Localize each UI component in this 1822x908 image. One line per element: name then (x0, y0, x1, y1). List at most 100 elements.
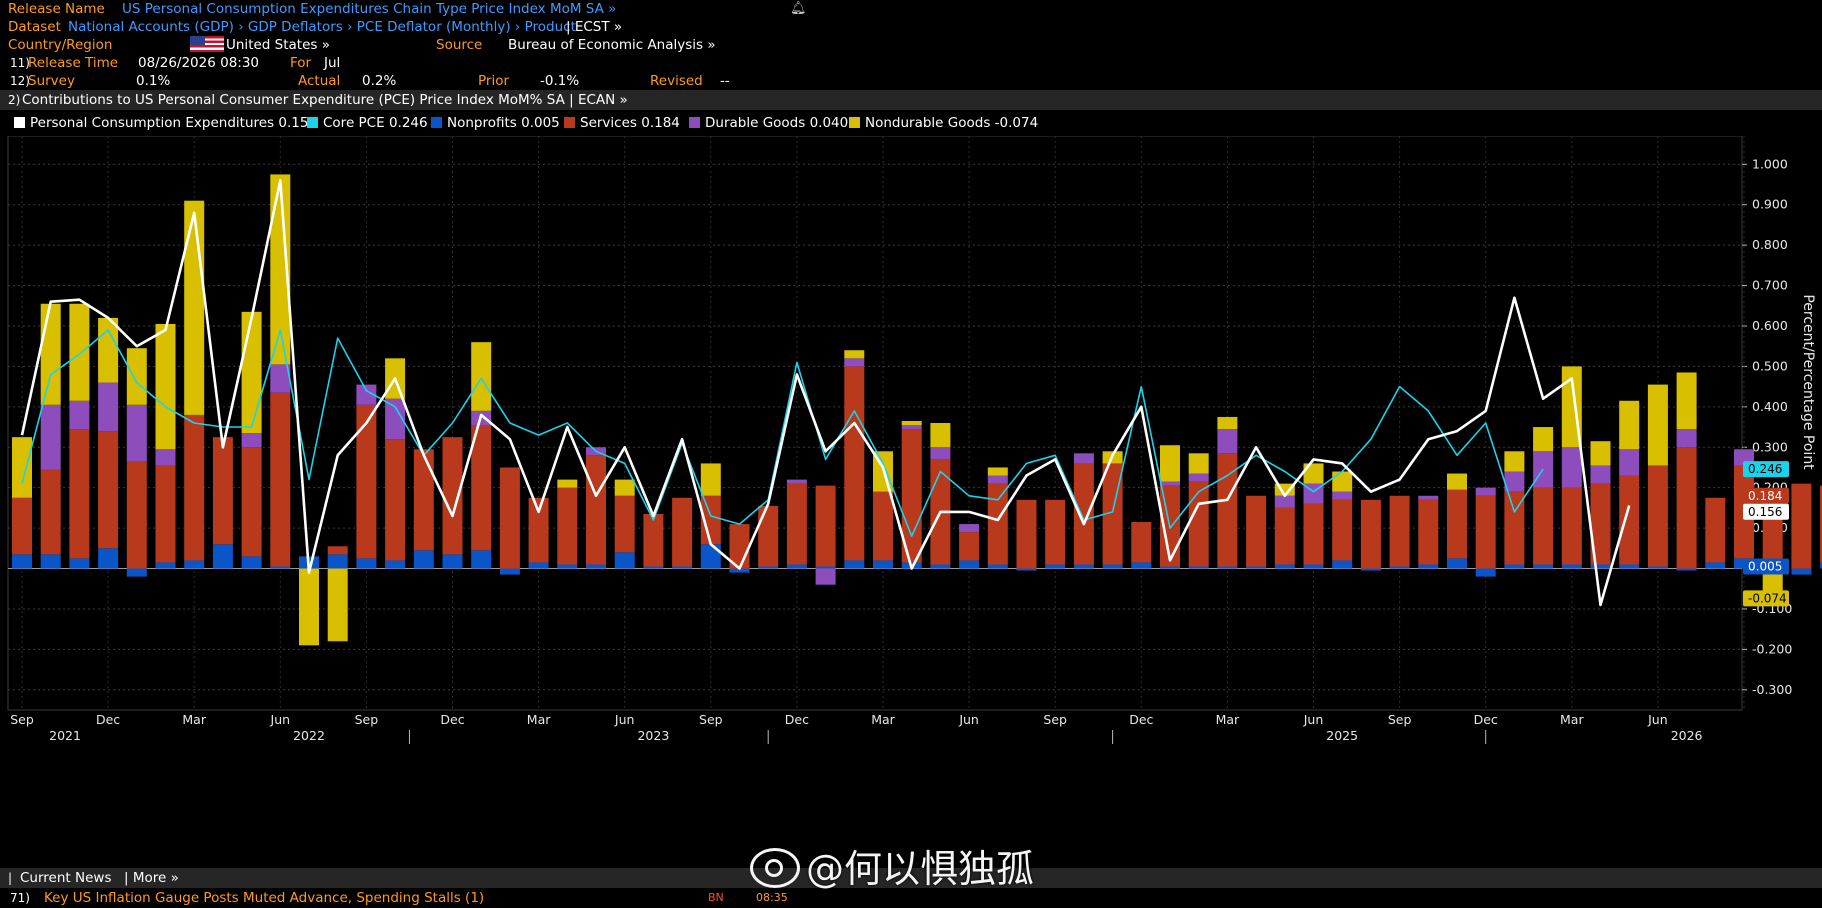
legend-swatch (564, 117, 575, 128)
bar-services (1246, 495, 1267, 567)
bar-nonprofits (98, 548, 119, 569)
legend-value: 0.184 (641, 115, 680, 131)
bar-services (959, 532, 980, 561)
us-flag-icon (190, 36, 224, 52)
bar-durable-goods (1676, 429, 1697, 448)
last-value-label: -0.074 (1748, 591, 1787, 605)
y-tick-label: -0.200 (1752, 641, 1792, 656)
bar-nonprofits (212, 544, 233, 569)
legend-swatch (14, 117, 25, 128)
x-tick-label: Dec (440, 712, 464, 727)
legend-label: Core PCE (323, 115, 385, 131)
bar-durable-goods (1561, 447, 1582, 488)
source-link[interactable]: Bureau of Economic Analysis » (508, 36, 716, 54)
bar-nonprofits (959, 560, 980, 569)
x-year-label: 2022 (293, 728, 325, 743)
legend-item-durable-goods[interactable]: Durable Goods 0.040 (689, 112, 848, 134)
current-news-tab[interactable]: Current News (20, 868, 111, 888)
bar-nonprofits (1131, 562, 1152, 569)
chart-svg[interactable]: -0.300-0.200-0.1000.1000.2000.3000.4000.… (0, 135, 1822, 866)
bar-nonprofits (356, 558, 377, 569)
x-tick-label: Dec (1474, 712, 1498, 727)
for-label: For (290, 55, 312, 71)
bar-services (987, 483, 1008, 565)
legend-item-core-pce[interactable]: Core PCE 0.246 (307, 112, 428, 134)
release-name-label: Release Name (8, 1, 105, 17)
bar-durable-goods (901, 425, 922, 430)
source-label: Source (436, 37, 483, 53)
bar-durable-goods (1217, 429, 1238, 454)
plot-area (7, 135, 1743, 711)
bar-durable-goods (69, 400, 90, 430)
watermark-text: @何以惧独孤 (806, 847, 1035, 891)
bar-services (844, 366, 865, 561)
bar-nondurable-goods (1217, 416, 1238, 430)
y-tick-label: 0.300 (1752, 439, 1788, 454)
y-tick-label: 0.800 (1752, 237, 1788, 252)
legend-item-nonprofits[interactable]: Nonprofits 0.005 (431, 112, 560, 134)
x-year-label: 2023 (637, 728, 669, 743)
bar-nonprofits (1418, 564, 1439, 569)
chart-area[interactable]: -0.300-0.200-0.1000.1000.2000.3000.4000.… (0, 135, 1822, 866)
row-11-number: 11) (10, 56, 30, 70)
bar-nondurable-goods (1447, 473, 1467, 490)
bar-nonprofits (528, 562, 549, 569)
bell-icon[interactable]: 🔔︎ (790, 0, 807, 18)
chart-title-bar[interactable]: 2) Contributions to US Personal Consumer… (0, 90, 1822, 110)
release-time-label: Release Time (28, 55, 119, 71)
bar-nonprofits (1016, 568, 1037, 571)
bar-services (40, 469, 61, 555)
more-news-link[interactable]: | More » (124, 868, 179, 888)
bar-nonprofits (844, 560, 865, 569)
survey-value: 0.1% (136, 73, 171, 89)
release-name-row: Release Name US Personal Consumption Exp… (0, 0, 1822, 18)
bar-nonprofits (1791, 568, 1812, 575)
x-tick-label: Mar (1560, 712, 1584, 727)
y-tick-label: 0.700 (1752, 278, 1788, 293)
bar-durable-goods (1590, 465, 1611, 484)
legend-value: -0.074 (994, 115, 1039, 131)
bar-nonprofits (1073, 564, 1094, 569)
bar-services (786, 483, 807, 565)
dataset-ticker-link[interactable]: | ECST » (566, 18, 622, 36)
bar-nonprofits (1475, 568, 1496, 577)
legend-item-nondurable-goods[interactable]: Nondurable Goods -0.074 (849, 112, 1038, 134)
bar-services (69, 429, 90, 559)
bar-durable-goods (930, 447, 951, 460)
bar-nonprofits (586, 564, 606, 569)
bar-nondurable-goods (901, 420, 922, 426)
bar-nondurable-goods (1533, 427, 1554, 452)
x-tick-label: Mar (182, 712, 206, 727)
bar-services (1647, 465, 1668, 567)
bar-durable-goods (786, 479, 807, 484)
bar-nonprofits (442, 554, 463, 569)
bar-nonprofits (241, 556, 262, 569)
last-value-label: 0.246 (1748, 462, 1782, 476)
bar-durable-goods (126, 404, 147, 462)
legend-item-services[interactable]: Services 0.184 (564, 112, 680, 134)
legend-value: 0.246 (388, 115, 428, 131)
release-time-value: 08/26/2026 08:30 (138, 55, 260, 71)
bar-nondurable-goods (614, 479, 635, 496)
bar-services (643, 513, 664, 567)
x-year-label: 2025 (1326, 728, 1358, 743)
bar-nonprofits (1102, 564, 1123, 569)
bar-services (1045, 499, 1066, 565)
y-tick-label: 0.500 (1752, 358, 1788, 373)
country-link[interactable]: United States » (226, 37, 330, 53)
release-name-link[interactable]: US Personal Consumption Expenditures Cha… (122, 0, 616, 18)
legend-label: Personal Consumption Expenditures (30, 115, 275, 131)
bar-nonprofits (155, 562, 176, 569)
news-headline[interactable]: Key US Inflation Gauge Posts Muted Advan… (44, 888, 484, 908)
y-tick-label: 0.900 (1752, 197, 1788, 212)
chart-title[interactable]: Contributions to US Personal Consumer Ex… (22, 90, 628, 110)
dataset-path-link[interactable]: National Accounts (GDP) › GDP Deflators … (68, 18, 576, 36)
bar-durable-goods (155, 449, 176, 466)
bar-services (1619, 475, 1640, 565)
bar-services (385, 439, 406, 561)
country-value[interactable]: United States » (190, 36, 330, 54)
bar-nonprofits (1647, 566, 1668, 569)
bar-nondurable-goods (241, 311, 262, 434)
legend-item-pce[interactable]: Personal Consumption Expenditures 0.156 (14, 112, 317, 134)
last-value-label: 0.184 (1748, 489, 1782, 503)
